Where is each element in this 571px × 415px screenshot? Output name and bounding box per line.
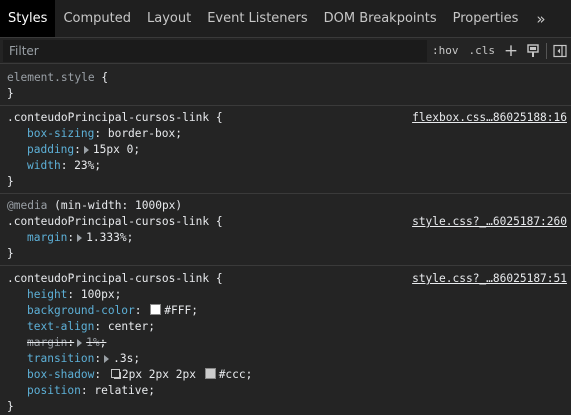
declaration[interactable]: padding: 15px 0; [0, 142, 571, 158]
property-name[interactable]: height [27, 288, 67, 301]
declaration[interactable]: transition: .3s; [0, 351, 571, 367]
property-value[interactable]: center [108, 320, 148, 333]
property-name[interactable]: width [27, 159, 61, 172]
property-value[interactable]: 1.333% [86, 231, 126, 244]
property-value[interactable]: .3s [113, 352, 133, 365]
brace-close: } [7, 175, 14, 188]
property-name[interactable]: transition [27, 352, 94, 365]
expand-triangle-icon[interactable] [83, 146, 89, 154]
media-query: (min-width: 1000px) [54, 199, 183, 212]
declaration[interactable]: width: 23%; [0, 158, 571, 174]
tab-computed[interactable]: Computed [55, 0, 139, 37]
filter-input[interactable]: Filter [3, 39, 427, 62]
element-style-rule: element.style { } [0, 64, 571, 106]
shadow-editor-icon[interactable] [110, 369, 121, 379]
property-name[interactable]: margin [27, 231, 67, 244]
style-rule: .conteudoPrincipal-cursos-link { style.c… [0, 266, 571, 415]
property-name[interactable]: padding [27, 143, 74, 156]
source-link[interactable]: style.css?_…6025187:260 [412, 214, 567, 230]
property-value[interactable]: 15px 0 [93, 143, 133, 156]
tab-dom-breakpoints[interactable]: DOM Breakpoints [316, 0, 445, 37]
tab-event-listeners[interactable]: Event Listeners [199, 0, 315, 37]
declaration[interactable]: height: 100px; [0, 287, 571, 303]
property-value[interactable]: border-box [108, 127, 175, 140]
declaration[interactable]: margin: 1.333%; [0, 230, 571, 246]
property-value[interactable]: 1% [86, 336, 99, 349]
rule-selector[interactable]: element.style [7, 71, 95, 84]
declaration[interactable]: box-sizing: border-box; [0, 126, 571, 142]
property-name[interactable]: text-align [27, 320, 94, 333]
property-name[interactable]: box-shadow [27, 368, 94, 381]
property-value[interactable]: #FFF [164, 304, 191, 317]
rule-selector[interactable]: .conteudoPrincipal-cursos-link [7, 272, 209, 285]
rule-selector[interactable]: .conteudoPrincipal-cursos-link [7, 215, 209, 228]
tab-layout[interactable]: Layout [139, 0, 199, 37]
plus-icon: + [503, 40, 519, 61]
expand-triangle-icon[interactable] [104, 355, 110, 363]
tab-properties[interactable]: Properties [445, 0, 527, 37]
property-name[interactable]: box-sizing [27, 127, 94, 140]
style-rule: @media (min-width: 1000px) .conteudoPrin… [0, 194, 571, 266]
toggle-classes-button[interactable]: .cls [464, 40, 501, 62]
property-value[interactable]: relative [94, 384, 148, 397]
property-name[interactable]: background-color [27, 304, 135, 317]
declaration[interactable]: text-align: center; [0, 319, 571, 335]
brace-close: } [7, 400, 14, 413]
toolbar-divider [546, 42, 547, 59]
more-tabs-icon[interactable]: » [526, 0, 555, 37]
brace-close: } [7, 87, 14, 100]
property-value[interactable]: 2px 2px 2px [122, 368, 196, 381]
new-style-rule-button[interactable]: + [500, 40, 522, 62]
paint-brush-icon [527, 43, 539, 57]
rendering-emulation-button[interactable] [522, 40, 544, 62]
style-rule: .conteudoPrincipal-cursos-link { flexbox… [0, 106, 571, 194]
property-name[interactable]: position [27, 384, 81, 397]
source-link[interactable]: flexbox.css…86025188:16 [412, 110, 567, 126]
overridden-declaration[interactable]: margin: 1%; [0, 335, 571, 351]
expand-triangle-icon[interactable] [77, 339, 83, 347]
tab-styles[interactable]: Styles [0, 0, 56, 37]
property-value[interactable]: 100px [81, 288, 115, 301]
declaration[interactable]: background-color: #FFF; [0, 303, 571, 319]
toggle-hover-state-button[interactable]: :hov [427, 40, 464, 62]
sidebar-toggle-icon [553, 44, 567, 57]
brace-open: { [101, 71, 109, 84]
color-swatch[interactable] [204, 368, 216, 379]
source-link[interactable]: style.css?_…86025187:51 [412, 271, 567, 287]
color-swatch[interactable] [150, 304, 162, 315]
declaration[interactable]: box-shadow: 2px 2px 2px #ccc; [0, 367, 571, 383]
styles-toolbar: Filter :hov .cls + [0, 38, 571, 64]
property-name[interactable]: margin [27, 336, 67, 349]
rule-selector[interactable]: .conteudoPrincipal-cursos-link [7, 111, 209, 124]
toggle-sidebar-button[interactable] [549, 40, 571, 62]
declaration[interactable]: position: relative; [0, 383, 571, 399]
devtools-tabbar: Styles Computed Layout Event Listeners D… [0, 0, 571, 38]
brace-close: } [7, 247, 14, 260]
property-value[interactable]: #ccc [219, 368, 246, 381]
property-value[interactable]: 23% [74, 159, 94, 172]
expand-triangle-icon[interactable] [77, 234, 83, 242]
media-at-keyword: @media [7, 199, 48, 212]
